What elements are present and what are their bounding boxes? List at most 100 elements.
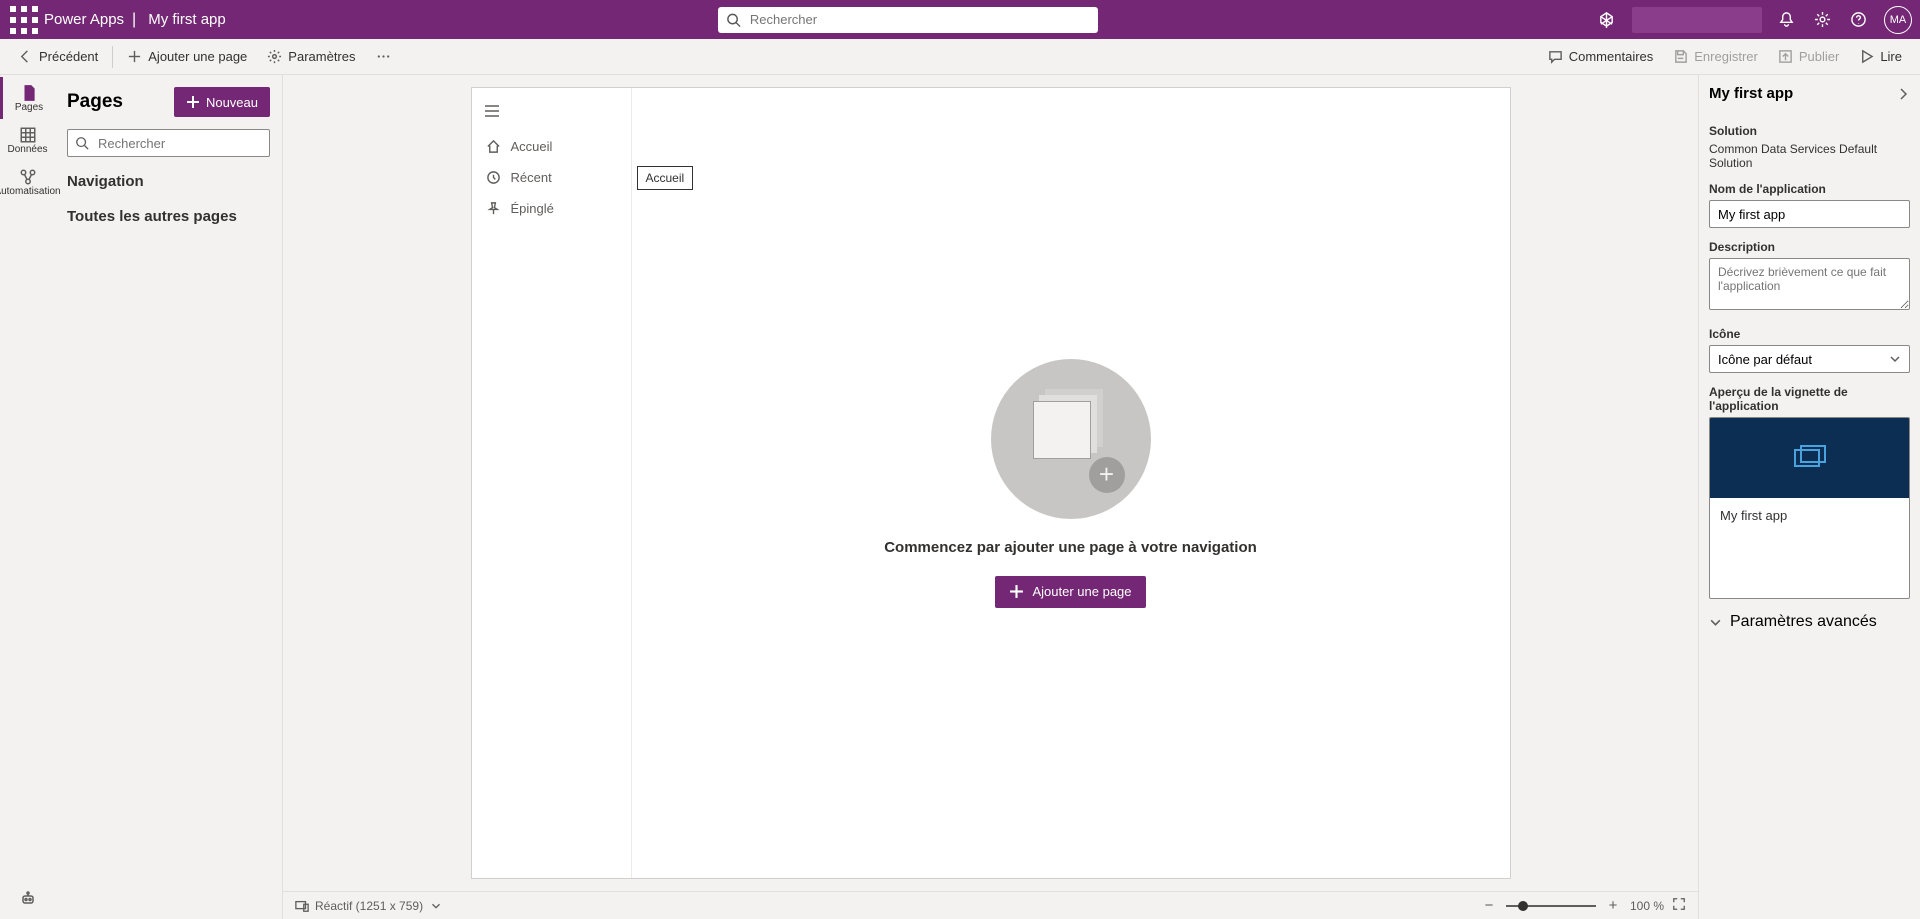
help-icon[interactable] xyxy=(1842,3,1876,37)
solution-label: Solution xyxy=(1709,124,1910,138)
preview-main: Commencez par ajouter une page à votre n… xyxy=(632,88,1510,878)
data-icon xyxy=(19,126,37,144)
appname-label: Nom de l'application xyxy=(1709,182,1910,196)
empty-state-illustration xyxy=(991,359,1151,519)
canvas-wrap: Accueil Récent Accueil Épinglé Commencez… xyxy=(283,75,1698,919)
appname-input[interactable] xyxy=(1709,200,1910,228)
plus-icon xyxy=(1009,584,1024,599)
left-rail: Pages Données Automatisation xyxy=(0,75,55,919)
workspace: Pages Données Automatisation Pages Nouve… xyxy=(0,75,1920,919)
environment-icon[interactable] xyxy=(1590,3,1624,37)
save-label: Enregistrer xyxy=(1694,49,1758,64)
command-bar: Précédent Ajouter une page Paramètres Co… xyxy=(0,39,1920,75)
app-preview: Accueil Récent Accueil Épinglé Commencez… xyxy=(471,87,1511,879)
environment-pill[interactable] xyxy=(1632,7,1762,33)
preview-nav-recent[interactable]: Récent Accueil xyxy=(472,162,631,193)
solution-value: Common Data Services Default Solution xyxy=(1709,142,1910,170)
add-page-button[interactable]: Ajouter une page xyxy=(117,41,257,73)
canvas-area: Accueil Récent Accueil Épinglé Commencez… xyxy=(283,75,1698,891)
app-launcher-icon[interactable] xyxy=(8,4,40,36)
status-bar: Réactif (1251 x 759) − + 100 % xyxy=(283,891,1698,919)
app-name: My first app xyxy=(144,11,226,28)
overflow-button[interactable] xyxy=(366,41,401,73)
rail-pages[interactable]: Pages xyxy=(0,77,55,119)
hamburger-icon xyxy=(484,104,500,118)
properties-header: My first app xyxy=(1709,85,1910,112)
zoom-value: 100 % xyxy=(1630,899,1664,913)
tooltip: Accueil xyxy=(637,166,694,190)
chevron-down-icon xyxy=(429,899,443,913)
automation-icon xyxy=(19,168,37,186)
pages-group-other: Toutes les autres pages xyxy=(55,196,282,231)
save-button[interactable]: Enregistrer xyxy=(1663,41,1768,73)
search-icon xyxy=(75,136,89,150)
clock-icon xyxy=(486,170,501,185)
rail-automation[interactable]: Automatisation xyxy=(0,161,55,203)
icon-label: Icône xyxy=(1709,327,1910,341)
properties-title: My first app xyxy=(1709,85,1793,102)
separator xyxy=(112,46,113,68)
new-page-button[interactable]: Nouveau xyxy=(174,87,270,117)
rail-agent[interactable] xyxy=(0,879,55,919)
title-separator: | xyxy=(124,11,144,29)
pages-header: Pages Nouveau xyxy=(55,75,282,125)
add-page-label: Ajouter une page xyxy=(148,49,247,64)
notifications-icon[interactable] xyxy=(1770,3,1804,37)
rail-pages-label: Pages xyxy=(15,102,43,113)
command-bar-right: Commentaires Enregistrer Publier Lire xyxy=(1538,41,1912,73)
zoom-slider[interactable] xyxy=(1506,905,1596,907)
publish-button[interactable]: Publier xyxy=(1768,41,1849,73)
thumbnail-caption: My first app xyxy=(1710,498,1909,598)
preview-nav-pinned[interactable]: Épinglé xyxy=(472,193,631,224)
preview-nav-home[interactable]: Accueil xyxy=(472,131,631,162)
bot-icon xyxy=(19,890,37,908)
chevron-down-icon xyxy=(1889,353,1901,365)
play-icon xyxy=(1859,49,1874,64)
settings-button[interactable]: Paramètres xyxy=(257,41,365,73)
page-icon xyxy=(20,84,38,102)
play-button[interactable]: Lire xyxy=(1849,41,1912,73)
publish-icon xyxy=(1778,49,1793,64)
back-button[interactable]: Précédent xyxy=(8,41,108,73)
preview-nav-pinned-label: Épinglé xyxy=(511,201,554,216)
global-search xyxy=(718,7,1098,33)
zoom-out-button[interactable]: − xyxy=(1480,897,1498,915)
play-label: Lire xyxy=(1880,49,1902,64)
advanced-settings-toggle[interactable]: Paramètres avancés xyxy=(1709,613,1910,631)
fit-to-screen-button[interactable] xyxy=(1672,897,1686,914)
advanced-settings-label: Paramètres avancés xyxy=(1730,613,1877,631)
product-name[interactable]: Power Apps xyxy=(40,11,124,28)
preview-nav-home-label: Accueil xyxy=(511,139,553,154)
chevron-right-icon[interactable] xyxy=(1896,87,1910,101)
zoom-controls: − + 100 % xyxy=(1480,897,1686,915)
zoom-thumb[interactable] xyxy=(1518,901,1528,911)
global-search-input[interactable] xyxy=(718,7,1098,33)
app-tile-icon xyxy=(1792,445,1828,471)
thumbnail-icon-area xyxy=(1710,418,1909,498)
icon-select[interactable]: Icône par défaut xyxy=(1709,345,1910,373)
gear-icon xyxy=(267,49,282,64)
settings-icon[interactable] xyxy=(1806,3,1840,37)
description-label: Description xyxy=(1709,240,1910,254)
description-textarea[interactable] xyxy=(1709,258,1910,310)
topbar: Power Apps | My first app MA xyxy=(0,0,1920,39)
pages-search-input[interactable] xyxy=(67,129,270,157)
rail-data[interactable]: Données xyxy=(0,119,55,161)
user-avatar[interactable]: MA xyxy=(1884,6,1912,34)
preview-sidebar: Accueil Récent Accueil Épinglé xyxy=(472,88,632,878)
plus-icon xyxy=(127,49,142,64)
chevron-down-icon xyxy=(1709,616,1722,629)
back-arrow-icon xyxy=(18,49,33,64)
rail-data-label: Données xyxy=(7,144,47,155)
publish-label: Publier xyxy=(1799,49,1839,64)
empty-add-page-label: Ajouter une page xyxy=(1032,584,1131,599)
pages-title: Pages xyxy=(67,91,123,113)
responsive-toggle[interactable]: Réactif (1251 x 759) xyxy=(295,899,443,913)
preview-nav-recent-label: Récent xyxy=(511,170,552,185)
empty-add-page-button[interactable]: Ajouter une page xyxy=(995,576,1145,608)
zoom-in-button[interactable]: + xyxy=(1604,897,1622,915)
comments-button[interactable]: Commentaires xyxy=(1538,41,1664,73)
empty-state-text: Commencez par ajouter une page à votre n… xyxy=(884,539,1257,556)
thumbnail-label: Aperçu de la vignette de l'application xyxy=(1709,385,1910,413)
preview-hamburger[interactable] xyxy=(472,96,631,131)
